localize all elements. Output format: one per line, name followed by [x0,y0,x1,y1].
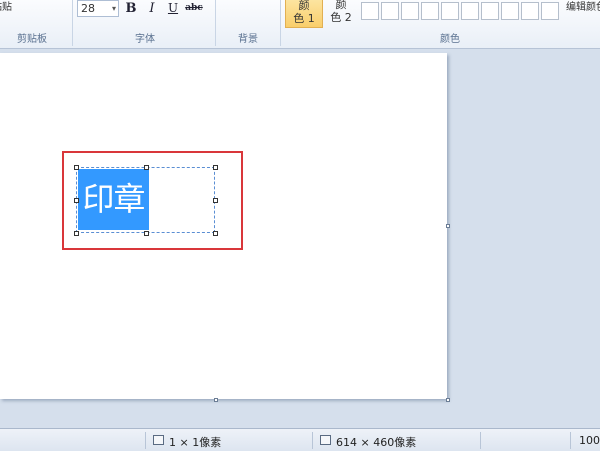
text-box-handle[interactable] [144,231,149,236]
color-swatch[interactable] [541,2,559,20]
edit-colors-button[interactable]: 编辑颜色 [566,0,600,13]
underline-button[interactable]: U [164,0,182,17]
color-swatch[interactable] [401,2,419,20]
color-swatch[interactable] [461,2,479,20]
group-divider [72,0,73,46]
status-bar: 1 × 1像素 614 × 460像素 100% [0,428,600,451]
color-swatch[interactable] [381,2,399,20]
text-box-handle[interactable] [144,165,149,170]
selection-size-icon [153,435,164,445]
status-divider [145,432,146,449]
text-box-handle[interactable] [74,231,79,236]
font-group-label: 字体 [135,34,155,45]
text-box-handle[interactable] [74,165,79,170]
color2-label-line2: 色 2 [330,11,352,24]
status-divider [480,432,481,449]
status-divider [570,432,571,449]
color-swatch[interactable] [361,2,379,20]
color1-button[interactable]: 颜 色 1 [285,0,323,28]
text-box-handle[interactable] [74,198,79,203]
font-size-value: 28 [81,2,95,15]
text-box-handle[interactable] [213,165,218,170]
text-box-handle[interactable] [213,231,218,236]
stamp-text[interactable]: 印章 [78,169,149,230]
zoom-level: 100% [579,434,600,447]
selection-size: 1 × 1像素 [169,436,222,449]
canvas-resize-handle-bottom[interactable] [214,398,218,402]
color1-label-line2: 色 1 [293,12,315,25]
canvas-resize-handle-corner[interactable] [446,398,450,402]
color-swatch[interactable] [481,2,499,20]
image-size-icon [320,435,331,445]
italic-button[interactable]: I [143,0,161,17]
paste-button[interactable]: 粘贴 [0,0,12,13]
color-swatch[interactable] [521,2,539,20]
chevron-down-icon: ▾ [111,4,116,13]
strikethrough-button[interactable]: abc [184,0,204,17]
group-divider [280,0,281,46]
status-divider [312,432,313,449]
group-divider [215,0,216,46]
color-swatch[interactable] [421,2,439,20]
text-box-handle[interactable] [213,198,218,203]
clipboard-group-label: 剪贴板 [17,34,47,45]
image-size: 614 × 460像素 [336,436,417,449]
background-group-label: 背景 [238,34,258,45]
ribbon: 粘贴 剪贴板 28 ▾ B I U abc 字体 背景 颜 色 1 颜 色 2 … [0,0,600,49]
color2-button[interactable]: 颜 色 2 [322,0,360,28]
font-size-select[interactable]: 28 ▾ [77,0,119,17]
color-swatch[interactable] [501,2,519,20]
color2-label-line1: 颜 [335,0,347,11]
colors-group-label: 颜色 [440,34,460,45]
color-swatch[interactable] [441,2,459,20]
bold-button[interactable]: B [122,0,140,17]
color1-label-line1: 颜 [298,0,310,12]
canvas-resize-handle-right[interactable] [446,224,450,228]
